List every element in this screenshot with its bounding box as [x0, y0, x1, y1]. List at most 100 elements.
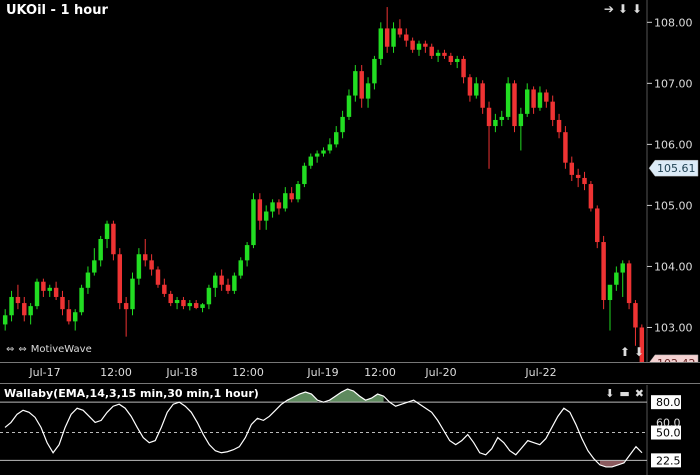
- candle-body[interactable]: [429, 46, 434, 56]
- candle-body[interactable]: [149, 260, 154, 270]
- price-chart-svg[interactable]: 103.00 104.00 105.00 106.00 107.00 108.00 105…: [0, 0, 700, 362]
- candle-body[interactable]: [404, 34, 409, 41]
- candle-body[interactable]: [136, 254, 142, 279]
- candle-body[interactable]: [117, 254, 123, 304]
- candle-body[interactable]: [232, 275, 237, 291]
- candle-body[interactable]: [92, 260, 97, 273]
- candle-body[interactable]: [607, 284, 613, 301]
- candle-body[interactable]: [614, 272, 619, 285]
- arrow-down-icon[interactable]: ⬇: [634, 345, 644, 359]
- candle-body[interactable]: [187, 303, 193, 307]
- candle-body[interactable]: [174, 300, 180, 304]
- candle-body[interactable]: [104, 223, 110, 239]
- candle-body[interactable]: [582, 177, 587, 185]
- arrow-down-icon[interactable]: ⬇: [618, 2, 628, 16]
- arrow-right-icon[interactable]: ➔: [604, 2, 614, 16]
- candle-body[interactable]: [155, 269, 161, 285]
- candle-body[interactable]: [238, 260, 243, 276]
- candle-body[interactable]: [111, 223, 116, 255]
- candle-body[interactable]: [270, 202, 275, 212]
- candle-body[interactable]: [206, 287, 212, 305]
- candle-body[interactable]: [569, 162, 575, 175]
- candle-body[interactable]: [524, 89, 530, 114]
- candle-body[interactable]: [295, 184, 301, 200]
- candle-body[interactable]: [85, 272, 91, 288]
- candle-body[interactable]: [353, 71, 358, 96]
- candle-body[interactable]: [499, 116, 504, 120]
- candle-body[interactable]: [391, 28, 396, 47]
- candle-body[interactable]: [321, 150, 326, 154]
- candle-body[interactable]: [28, 306, 33, 316]
- candle-body[interactable]: [334, 132, 339, 145]
- candle-body[interactable]: [314, 153, 320, 157]
- candle-body[interactable]: [257, 199, 263, 221]
- candle-body[interactable]: [34, 281, 40, 307]
- candle-body[interactable]: [378, 28, 384, 59]
- candle-body[interactable]: [575, 174, 581, 178]
- candle-body[interactable]: [162, 284, 167, 294]
- candle-body[interactable]: [474, 83, 479, 96]
- candle-body[interactable]: [200, 304, 205, 308]
- candle-body[interactable]: [72, 312, 78, 322]
- candle-body[interactable]: [550, 101, 555, 120]
- candle-body[interactable]: [442, 52, 447, 56]
- candle-body[interactable]: [448, 55, 454, 62]
- candle-body[interactable]: [225, 284, 231, 291]
- candle-body[interactable]: [556, 119, 562, 133]
- candle-body[interactable]: [181, 300, 186, 307]
- candle-body[interactable]: [289, 193, 294, 200]
- candle-body[interactable]: [588, 184, 594, 209]
- candle-body[interactable]: [143, 254, 148, 261]
- candle-body[interactable]: [397, 28, 403, 35]
- candle-body[interactable]: [15, 296, 21, 304]
- candle-body[interactable]: [359, 71, 364, 99]
- candle-body[interactable]: [461, 58, 466, 78]
- arrow-left-right-icon[interactable]: ⇔: [6, 344, 15, 355]
- candle-body[interactable]: [193, 303, 199, 308]
- indicator-line[interactable]: [4, 388, 643, 468]
- candle-body[interactable]: [130, 278, 135, 310]
- candle-body[interactable]: [454, 58, 460, 62]
- candle-body[interactable]: [512, 83, 517, 127]
- candle-body[interactable]: [493, 119, 498, 127]
- candle-body[interactable]: [213, 275, 218, 288]
- candle-body[interactable]: [620, 263, 625, 273]
- price-chart-panel[interactable]: 103.00 104.00 105.00 106.00 107.00 108.00 105…: [0, 0, 700, 362]
- candle-body[interactable]: [544, 92, 549, 102]
- arrow-down-icon[interactable]: ⬇: [632, 2, 642, 16]
- candle-body[interactable]: [308, 156, 313, 166]
- candle-body[interactable]: [2, 315, 8, 325]
- candle-body[interactable]: [283, 193, 288, 209]
- candle-body[interactable]: [9, 296, 14, 316]
- candle-body[interactable]: [626, 263, 632, 304]
- candle-body[interactable]: [480, 83, 485, 108]
- candle-body[interactable]: [41, 281, 46, 291]
- candle-body[interactable]: [486, 107, 492, 127]
- candle-body[interactable]: [22, 303, 27, 316]
- candle-body[interactable]: [53, 287, 59, 297]
- candle-body[interactable]: [518, 113, 524, 127]
- candle-body[interactable]: [410, 40, 415, 50]
- arrow-down-icon[interactable]: ⬇: [605, 387, 614, 400]
- candle-body[interactable]: [276, 202, 282, 209]
- candle-body[interactable]: [537, 92, 543, 108]
- candle-body[interactable]: [251, 199, 256, 246]
- candle-body[interactable]: [435, 52, 441, 56]
- candle-body[interactable]: [595, 208, 600, 243]
- candle-body[interactable]: [372, 58, 377, 84]
- close-icon[interactable]: ✖: [635, 387, 644, 400]
- candle-body[interactable]: [263, 211, 269, 221]
- candle-body[interactable]: [467, 77, 473, 96]
- candle-body[interactable]: [98, 238, 103, 261]
- candle-body[interactable]: [168, 293, 173, 304]
- candle-body[interactable]: [505, 83, 511, 117]
- candle-body[interactable]: [633, 303, 638, 328]
- window-icon[interactable]: ▬: [619, 387, 629, 400]
- candle-body[interactable]: [244, 245, 250, 261]
- candle-body[interactable]: [327, 144, 333, 151]
- candle-body[interactable]: [531, 89, 536, 108]
- candle-body[interactable]: [79, 287, 84, 313]
- candle-body[interactable]: [123, 303, 129, 310]
- candle-body[interactable]: [302, 165, 307, 185]
- candle-body[interactable]: [219, 275, 224, 285]
